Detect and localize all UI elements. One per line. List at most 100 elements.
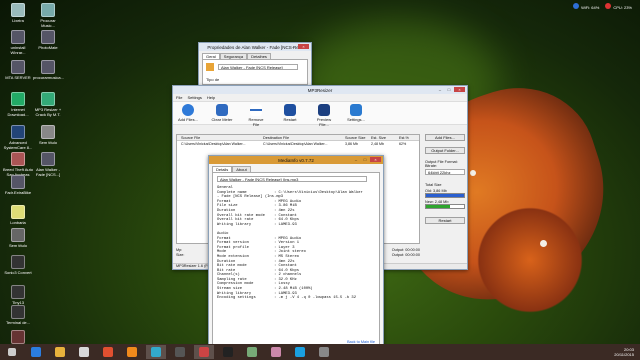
- taskbar-ie-button[interactable]: [26, 345, 46, 359]
- add-files-button[interactable]: Add Files...: [177, 102, 199, 122]
- desktop-icon[interactable]: Internet Download...: [3, 92, 33, 117]
- minimize-icon[interactable]: –: [436, 87, 444, 92]
- col-destination-file[interactable]: Destination File: [263, 135, 345, 140]
- maximize-icon[interactable]: □: [361, 157, 369, 162]
- desktop-icon[interactable]: Sem título: [3, 228, 33, 249]
- desktop-icon-label: procurarmusica...: [33, 75, 64, 80]
- taskbar-tool-button[interactable]: [314, 345, 334, 359]
- taskbar-chrome-button[interactable]: [74, 345, 94, 359]
- settings-button[interactable]: Settings...: [345, 102, 367, 122]
- wifi-indicator[interactable]: WiFi: 64%: [573, 3, 599, 10]
- butterfly-wing-lower: [470, 200, 590, 320]
- app-icon: [11, 175, 25, 189]
- taskbar-folder-button[interactable]: [50, 345, 70, 359]
- menu-settings[interactable]: Settings: [187, 95, 201, 100]
- app-icon: [11, 92, 25, 106]
- taskbar-media-button[interactable]: [98, 345, 118, 359]
- file-name-field[interactable]: Alan Walker - Fade [NCS Release]: [218, 64, 298, 70]
- taskbar-note-button[interactable]: [242, 345, 262, 359]
- close-icon[interactable]: ×: [370, 157, 381, 162]
- desktop-icon[interactable]: uninstall Winrar...: [3, 30, 33, 55]
- restart-button[interactable]: Restart: [279, 102, 301, 122]
- desktop-icon-label: Internet Download...: [7, 107, 29, 117]
- app-icon: [11, 60, 25, 74]
- maximize-icon[interactable]: □: [445, 87, 453, 92]
- cpu-indicator[interactable]: CPU: 23%: [605, 3, 632, 10]
- taskbar-mi-button[interactable]: [194, 345, 214, 359]
- desktop-icon[interactable]: procurarmusica...: [33, 60, 64, 81]
- tab-security[interactable]: Segurança: [219, 53, 248, 59]
- tab-details[interactable]: Detalhes: [247, 53, 271, 59]
- preview-icon: [318, 104, 330, 116]
- desktop-icon-label: Lonbaria: [10, 220, 26, 225]
- table-row[interactable]: C:\Users\Vinicius\Desktop\Alan Walker...…: [177, 141, 419, 147]
- close-icon[interactable]: ×: [454, 87, 465, 92]
- app-icon: [11, 305, 25, 319]
- preview-file-button[interactable]: Preview File...: [313, 102, 335, 127]
- desktop-icon[interactable]: Sonic3 Convert: [3, 255, 33, 276]
- desktop-icon[interactable]: Tiny13: [3, 285, 33, 306]
- clock[interactable]: 20:03 20/11/2015: [614, 347, 634, 357]
- taskbar-paint-button[interactable]: [266, 345, 286, 359]
- taskbar-mp3-button[interactable]: [146, 345, 166, 359]
- clear-meter-button[interactable]: Clear Meter: [211, 102, 233, 122]
- menu-file[interactable]: File: [176, 95, 182, 100]
- desktop-icon[interactable]: Lonbaria: [3, 205, 33, 226]
- add-files-side-button[interactable]: Add Files...: [425, 134, 465, 141]
- col-est-size[interactable]: Est. Size: [371, 135, 399, 140]
- wing-spot: [540, 240, 547, 247]
- desktop-icon-label: Sem título: [8, 243, 27, 248]
- minimize-icon[interactable]: –: [289, 44, 297, 49]
- taskbar-steam-button[interactable]: [170, 345, 190, 359]
- desktop-icon[interactable]: MTA SERVER: [3, 60, 33, 81]
- tool-icon: [319, 347, 329, 357]
- col-est-pct[interactable]: Est.%: [399, 135, 417, 140]
- desktop-icon[interactable]: Breed Theft Auto San Andreas: [3, 152, 33, 177]
- app-icon: [11, 228, 25, 242]
- tab-general[interactable]: Geral: [202, 53, 220, 59]
- taskbar-skype-button[interactable]: [290, 345, 310, 359]
- close-icon[interactable]: ×: [298, 44, 309, 49]
- file-select[interactable]: Alan Walker - Fade [NCS Release] (Ins.mp…: [217, 176, 367, 182]
- desktop-icon[interactable]: Advanced SystemCare 8...: [3, 125, 33, 150]
- app-icon: [11, 330, 25, 344]
- taskbar-apps: [24, 345, 336, 359]
- app-icon: [11, 152, 25, 166]
- remove-file-button[interactable]: Remove File: [245, 102, 267, 127]
- minimize-icon[interactable]: –: [352, 157, 360, 162]
- desktop-icon[interactable]: MP3 Resizer + Crack By M.T.: [33, 92, 63, 117]
- mediainfo-title: MediaInfo v0.7.72: [278, 157, 314, 163]
- col-source-file[interactable]: Source File: [177, 135, 263, 140]
- new-size-bar: [426, 205, 450, 208]
- wing-spot: [470, 170, 476, 176]
- mediainfo-titlebar[interactable]: MediaInfo v0.7.72 – □ ×: [209, 156, 383, 164]
- taskbar: 20:03 20/11/2015: [0, 344, 640, 360]
- app-icon: [41, 30, 55, 44]
- mediainfo-window: MediaInfo v0.7.72 – □ × Details About Alan …: [208, 155, 384, 351]
- chrome-icon: [79, 347, 89, 357]
- col-source-size[interactable]: Source Size: [345, 135, 371, 140]
- folder-icon: [55, 347, 65, 357]
- bitrate-select[interactable]: 64kbit 22khz: [425, 169, 465, 175]
- desktop-icon[interactable]: Terminal de...: [3, 305, 33, 326]
- taskbar-vlc-button[interactable]: [122, 345, 142, 359]
- note-icon: [247, 347, 257, 357]
- taskbar-cmd-button[interactable]: [218, 345, 238, 359]
- app-icon: [41, 3, 55, 17]
- plus-icon: [182, 104, 194, 116]
- properties-titlebar[interactable]: Propriedades de Alan Walker - Fade [NCS …: [199, 43, 311, 51]
- menu-help[interactable]: Help: [207, 95, 215, 100]
- app-icon: [11, 30, 25, 44]
- desktop-icon[interactable]: PhotoMate: [33, 30, 63, 51]
- output-folder-button[interactable]: Output Folder...: [425, 147, 465, 154]
- desktop-icon[interactable]: Sem título: [33, 125, 63, 146]
- desktop-icon[interactable]: Lixeira: [3, 3, 33, 24]
- mp3resizer-titlebar[interactable]: MP3Resizer – □ ×: [173, 86, 467, 94]
- side-panel: Add Files... Output Folder... Output Fil…: [425, 134, 465, 224]
- restart-side-button[interactable]: Restart: [425, 217, 465, 224]
- desktop-icon[interactable]: Procurar Music...: [33, 3, 63, 28]
- desktop-icon[interactable]: Fadr.ExtraBike: [3, 175, 33, 196]
- disk-icon: [216, 104, 228, 116]
- desktop-icon[interactable]: Alan Walker - Fade [NCS...]: [33, 152, 63, 177]
- start-button[interactable]: [2, 345, 22, 359]
